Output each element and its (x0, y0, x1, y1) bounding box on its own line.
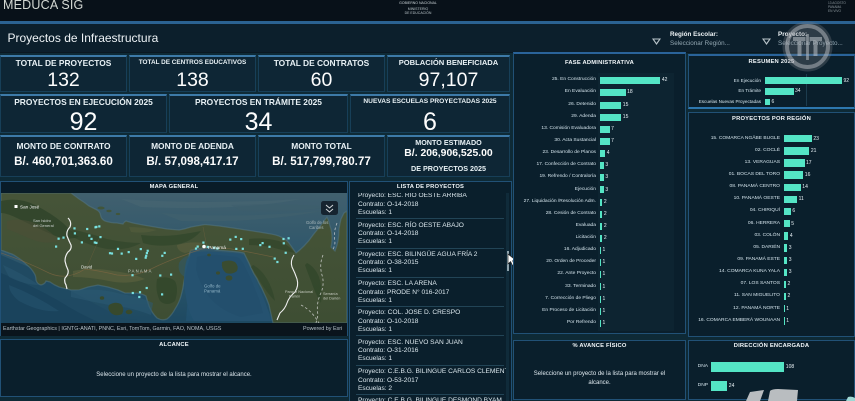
svg-text:Panamá: Panamá (208, 245, 226, 251)
svg-text:PANAMA: PANAMA (128, 269, 153, 274)
svg-text:Serranía: Serranía (323, 292, 338, 296)
svg-text:Parque Nacional: Parque Nacional (285, 290, 313, 294)
svg-text:David: David (81, 265, 93, 270)
svg-text:Darién: Darién (289, 295, 300, 299)
svg-text:Caribes: Caribes (309, 225, 323, 230)
svg-text:del Darién: del Darién (323, 297, 340, 301)
svg-text:Panamá: Panamá (204, 289, 221, 294)
svg-text:San José: San José (20, 205, 40, 210)
svg-text:del General: del General (33, 223, 54, 228)
